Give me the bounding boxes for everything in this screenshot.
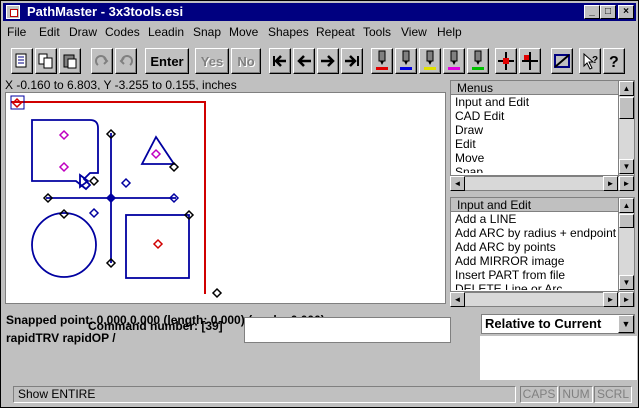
scroll-right-end-icon[interactable]: ► bbox=[619, 292, 634, 307]
list-item[interactable]: Input and Edit bbox=[451, 95, 634, 109]
tool-blue-icon[interactable] bbox=[395, 48, 417, 74]
triangle-shape bbox=[140, 135, 176, 165]
rapid-text: rapidTRV rapidOP / bbox=[6, 331, 116, 345]
last-icon[interactable] bbox=[341, 48, 363, 74]
svg-text:?: ? bbox=[609, 54, 619, 71]
menus-panel: Menus Input and Edit CAD Edit Draw Edit … bbox=[450, 80, 635, 176]
menus-hscroll[interactable]: ◄ ► ► bbox=[450, 176, 635, 191]
list-item[interactable]: Edit bbox=[451, 137, 634, 151]
menu-file[interactable]: File bbox=[7, 25, 26, 39]
move-point-icon[interactable] bbox=[519, 48, 541, 74]
system-menu-icon[interactable] bbox=[6, 5, 20, 19]
redo-icon[interactable] bbox=[91, 48, 113, 74]
svg-text:?: ? bbox=[592, 55, 598, 66]
menu-shapes[interactable]: Shapes bbox=[268, 25, 309, 39]
status-message: Show ENTIRE bbox=[13, 386, 516, 403]
list-item[interactable]: Add ARC by radius + endpoint bbox=[451, 226, 634, 240]
list-item[interactable]: Draw bbox=[451, 123, 634, 137]
help-context-icon[interactable]: ? bbox=[579, 48, 601, 74]
maximize-button[interactable]: □ bbox=[600, 5, 616, 19]
list-item[interactable]: CAD Edit bbox=[451, 109, 634, 123]
list-item[interactable]: Add ARC by points bbox=[451, 240, 634, 254]
input-vscroll[interactable]: ▲ ▼ bbox=[618, 198, 634, 291]
menu-codes[interactable]: Codes bbox=[105, 25, 140, 39]
scroll-right-icon[interactable]: ► bbox=[603, 176, 618, 191]
zoom-window-icon[interactable] bbox=[551, 48, 573, 74]
tool-red-icon[interactable] bbox=[371, 48, 393, 74]
scroll-thumb[interactable] bbox=[619, 97, 634, 119]
input-edit-panel: Input and Edit Add a LINE Add ARC by rad… bbox=[450, 197, 635, 292]
list-item[interactable]: Snap bbox=[451, 165, 634, 173]
scroll-down-icon[interactable]: ▼ bbox=[619, 159, 634, 174]
chevron-down-icon[interactable]: ▼ bbox=[618, 315, 634, 333]
list-item[interactable]: DELETE Line or Arc bbox=[451, 282, 634, 290]
prev-icon[interactable] bbox=[293, 48, 315, 74]
menu-snap[interactable]: Snap bbox=[193, 25, 221, 39]
tool-magenta-icon[interactable] bbox=[443, 48, 465, 74]
menu-repeat[interactable]: Repeat bbox=[316, 25, 355, 39]
end-marker bbox=[211, 287, 223, 299]
relative-select[interactable]: Relative to Current ▼ bbox=[481, 314, 635, 334]
command-number-label: Command number: [39] bbox=[88, 319, 223, 333]
enter-button[interactable]: Enter bbox=[145, 48, 189, 74]
part-drawing[interactable] bbox=[6, 93, 446, 304]
app-window: PathMaster - 3x3tools.esi _ □ × File Edi… bbox=[0, 0, 639, 408]
next-icon[interactable] bbox=[317, 48, 339, 74]
menu-tools[interactable]: Tools bbox=[363, 25, 391, 39]
first-icon[interactable] bbox=[269, 48, 291, 74]
num-indicator: NUM bbox=[559, 386, 593, 403]
status-bar: Show ENTIRE CAPS NUM SCRL bbox=[3, 384, 636, 406]
menu-edit[interactable]: Edit bbox=[39, 25, 60, 39]
minimize-button[interactable]: _ bbox=[584, 5, 600, 19]
caps-indicator: CAPS bbox=[520, 386, 558, 403]
menu-draw[interactable]: Draw bbox=[69, 25, 97, 39]
copy-icon[interactable] bbox=[35, 48, 57, 74]
undo-icon[interactable] bbox=[115, 48, 137, 74]
scroll-thumb[interactable] bbox=[619, 214, 634, 228]
new-doc-icon[interactable] bbox=[11, 48, 33, 74]
window-title: PathMaster - 3x3tools.esi bbox=[27, 4, 184, 19]
menu-help[interactable]: Help bbox=[437, 25, 462, 39]
menu-move[interactable]: Move bbox=[229, 25, 258, 39]
command-input[interactable] bbox=[244, 317, 451, 343]
coordinate-readout: X -0.160 to 6.803, Y -3.255 to 0.155, in… bbox=[5, 78, 237, 90]
close-button[interactable]: × bbox=[618, 5, 634, 19]
list-item[interactable]: Insert PART from file bbox=[451, 268, 634, 282]
relative-select-value: Relative to Current bbox=[485, 316, 602, 331]
title-bar[interactable]: PathMaster - 3x3tools.esi _ □ × bbox=[3, 3, 636, 21]
move-origin-icon[interactable] bbox=[495, 48, 517, 74]
scroll-up-icon[interactable]: ▲ bbox=[619, 81, 634, 96]
scroll-right-end-icon[interactable]: ► bbox=[619, 176, 634, 191]
scroll-left-icon[interactable]: ◄ bbox=[450, 176, 465, 191]
rounded-square-shape bbox=[31, 119, 99, 191]
circle-shape bbox=[31, 212, 97, 278]
no-button[interactable]: No bbox=[231, 48, 261, 74]
menu-bar: File Edit Draw Codes Leadin Snap Move Sh… bbox=[3, 22, 636, 42]
input-edit-panel-header: Input and Edit bbox=[451, 198, 634, 212]
scroll-up-icon[interactable]: ▲ bbox=[619, 198, 634, 213]
scroll-right-icon[interactable]: ► bbox=[603, 292, 618, 307]
menus-panel-header: Menus bbox=[451, 81, 634, 95]
help-icon[interactable]: ? bbox=[603, 48, 625, 74]
scrl-indicator: SCRL bbox=[594, 386, 632, 403]
scroll-left-icon[interactable]: ◄ bbox=[450, 292, 465, 307]
tool-yellow-icon[interactable] bbox=[419, 48, 441, 74]
menu-leadin[interactable]: Leadin bbox=[148, 25, 184, 39]
yes-button[interactable]: Yes bbox=[195, 48, 229, 74]
list-item[interactable]: Move bbox=[451, 151, 634, 165]
info-pane bbox=[480, 336, 637, 380]
paste-icon[interactable] bbox=[59, 48, 81, 74]
menu-view[interactable]: View bbox=[401, 25, 427, 39]
menus-vscroll[interactable]: ▲ ▼ bbox=[618, 81, 634, 175]
input-hscroll[interactable]: ◄ ► ► bbox=[450, 292, 635, 307]
drawing-canvas[interactable] bbox=[5, 92, 446, 304]
tool-green-icon[interactable] bbox=[467, 48, 489, 74]
list-item[interactable]: Add a LINE bbox=[451, 212, 634, 226]
list-item[interactable]: Add MIRROR image bbox=[451, 254, 634, 268]
scroll-down-icon[interactable]: ▼ bbox=[619, 275, 634, 290]
toolbar: Enter Yes No ? ? bbox=[3, 43, 636, 77]
